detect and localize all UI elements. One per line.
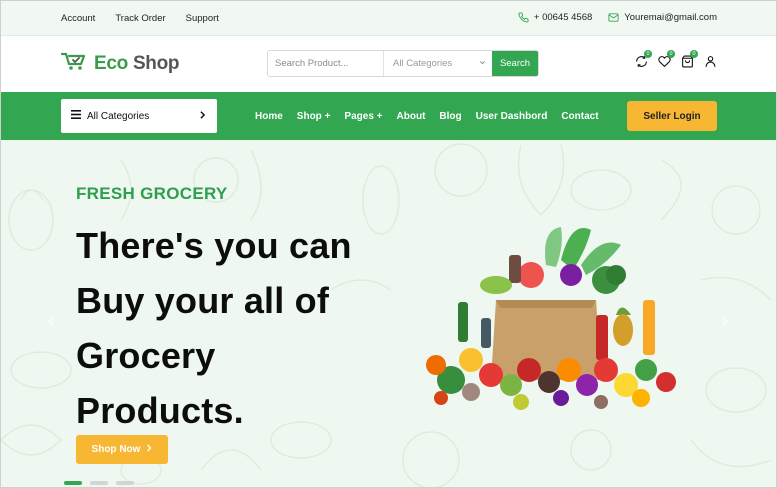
hero-headline-line: Buy your all of [76,280,330,321]
hero-slider: FRESH GROCERY There's you can Buy your a… [1,140,776,487]
hero-eyebrow: FRESH GROCERY [76,184,228,203]
email-contact[interactable]: Youremai@gmail.com [608,12,717,23]
chevron-right-icon [146,444,152,455]
hero-headline-line: Grocery [76,335,216,376]
hero-headline-line: There's you can [76,225,352,266]
grocery-bag-image [426,227,676,410]
slider-dot[interactable] [90,481,108,485]
cart-badge: 0 [690,50,698,58]
nav-user-dashboard[interactable]: User Dashbord [476,111,548,122]
phone-icon [518,12,529,23]
track-order-link[interactable]: Track Order [115,13,165,24]
shop-now-button[interactable]: Shop Now [76,435,168,464]
shop-now-label: Shop Now [91,444,141,455]
page: Account Track Order Support + 00645 4568… [0,0,777,488]
nav-about[interactable]: About [397,111,426,122]
logo[interactable]: Eco Shop [60,51,180,76]
email-address: Youremai@gmail.com [624,12,717,23]
logo-text: Eco Shop [94,52,180,75]
nav-pages[interactable]: Pages + [344,111,382,122]
nav-blog[interactable]: Blog [439,111,461,122]
search-bar: All Categories Search [267,50,539,77]
nav-menu: Home Shop + Pages + About Blog User Dash… [255,111,599,122]
prev-slide-arrow[interactable] [47,316,57,326]
wishlist-button[interactable]: 0 [658,50,675,68]
main-nav: All Categories Home Shop + Pages + About… [1,92,776,140]
account-button[interactable] [704,55,717,68]
hero-headline-line: Products. [76,390,244,431]
nav-home[interactable]: Home [255,111,283,122]
category-select[interactable]: All Categories [384,51,492,76]
search-button[interactable]: Search [492,51,538,76]
slider-dot[interactable] [116,481,134,485]
user-icon [704,55,717,72]
nav-contact[interactable]: Contact [561,111,598,122]
contact-info: + 00645 4568 Youremai@gmail.com [518,12,717,23]
next-slide-arrow[interactable] [721,316,731,326]
phone-contact[interactable]: + 00645 4568 [518,12,592,23]
compare-button[interactable]: 0 [635,50,652,68]
logo-text-eco: Eco [94,52,128,74]
hero-headline: There's you can Buy your all of Grocery … [76,218,406,438]
all-categories-label: All Categories [87,110,150,122]
slider-dot[interactable] [64,481,82,485]
phone-number: + 00645 4568 [533,12,593,23]
category-select-value: All Categories [393,58,453,69]
header: Eco Shop All Categories Search 0 [1,36,776,92]
seller-login-button[interactable]: Seller Login [627,101,717,131]
support-link[interactable]: Support [186,13,219,24]
cart-icon [60,51,89,76]
slider-dots [64,481,134,485]
logo-text-shop: Shop [132,52,180,74]
menu-icon [71,110,81,122]
top-bar: Account Track Order Support + 00645 4568… [1,1,776,36]
compare-badge: 0 [644,50,652,58]
account-link[interactable]: Account [61,13,95,24]
mail-icon [608,12,619,23]
cart-button[interactable]: 0 [681,50,698,68]
top-links: Account Track Order Support [61,13,219,24]
chevron-down-icon [479,58,486,69]
all-categories-button[interactable]: All Categories [61,99,217,133]
search-input[interactable] [268,51,384,76]
header-actions: 0 0 0 [635,50,717,68]
nav-shop[interactable]: Shop + [297,111,331,122]
chevron-right-icon [199,110,206,122]
wishlist-badge: 0 [667,50,675,58]
